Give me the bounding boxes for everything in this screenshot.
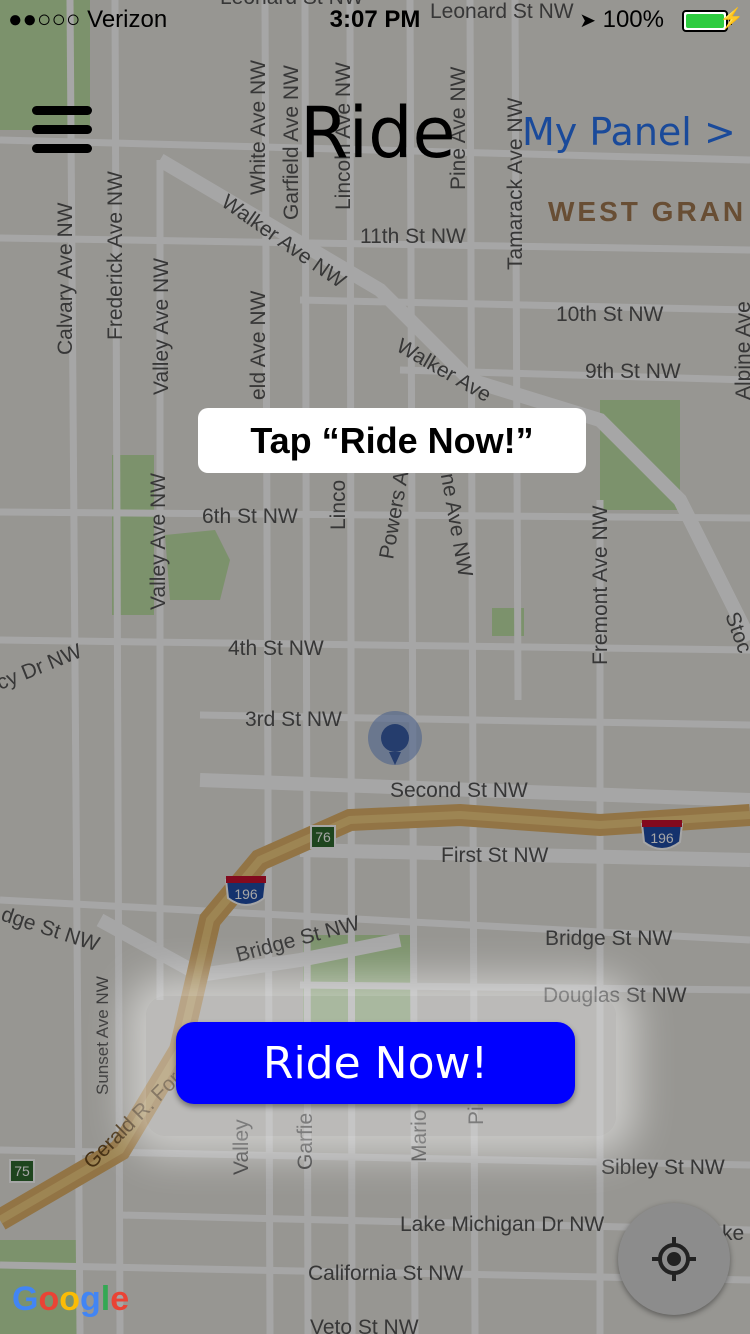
street-label: 11th St NW <box>360 225 466 248</box>
street-label: Second St NW <box>390 779 528 802</box>
battery-percent: 100% <box>602 6 664 33</box>
svg-text:196: 196 <box>650 830 674 846</box>
interstate-shield: 196 <box>640 820 684 850</box>
street-label: Alpine Ave <box>732 301 750 400</box>
street-label: 3rd St NW <box>245 708 342 731</box>
street-label: Sunset Ave NW <box>93 976 112 1095</box>
google-logo: Google <box>12 1280 130 1318</box>
interstate-shield: 196 <box>224 876 268 906</box>
street-label: Bridge St NW <box>545 927 672 950</box>
district-label: WEST GRAN <box>548 196 746 227</box>
svg-text:76: 76 <box>315 829 331 845</box>
street-label: Veto St NW <box>310 1316 419 1334</box>
street-label: First St NW <box>441 844 548 867</box>
street-label: Valley Ave NW <box>147 473 170 610</box>
street-label: Fremont Ave NW <box>589 505 612 665</box>
street-label: Frederick Ave NW <box>104 171 127 340</box>
page-title: Ride <box>300 92 456 174</box>
street-label: 9th St NW <box>585 360 681 383</box>
instruction-tooltip: Tap “Ride Now!” <box>198 408 586 473</box>
crosshair-icon <box>652 1237 696 1281</box>
street-label: 10th St NW <box>556 303 664 326</box>
street-label: eld Ave NW <box>247 290 270 400</box>
street-label: Calvary Ave NW <box>54 202 77 355</box>
svg-text:196: 196 <box>234 886 258 902</box>
street-label: White Ave NW <box>247 60 270 195</box>
street-label: California St NW <box>308 1262 463 1285</box>
street-label: Valley Ave NW <box>150 258 173 395</box>
status-bar: ●●○○○ Verizon 3:07 PM ➤ 100% ⚡ <box>0 0 750 40</box>
locate-me-button[interactable] <box>618 1203 730 1315</box>
location-arrow-icon: ➤ <box>579 10 596 32</box>
hamburger-icon[interactable] <box>32 106 92 154</box>
my-panel-link[interactable]: My Panel > <box>522 110 736 154</box>
charging-icon: ⚡ <box>719 8 744 30</box>
street-label: Linco <box>327 480 350 530</box>
svg-text:75: 75 <box>14 1163 30 1179</box>
route-shield: 75 <box>9 1159 35 1183</box>
ride-now-button[interactable]: Ride Now! <box>176 1022 575 1104</box>
route-shield: 76 <box>310 825 336 849</box>
street-label: Sibley St NW <box>601 1156 725 1179</box>
street-label: 6th St NW <box>202 505 298 528</box>
street-label: 4th St NW <box>228 637 324 660</box>
current-location-pin <box>368 711 422 765</box>
street-label: Lake Michigan Dr NW <box>400 1213 604 1236</box>
